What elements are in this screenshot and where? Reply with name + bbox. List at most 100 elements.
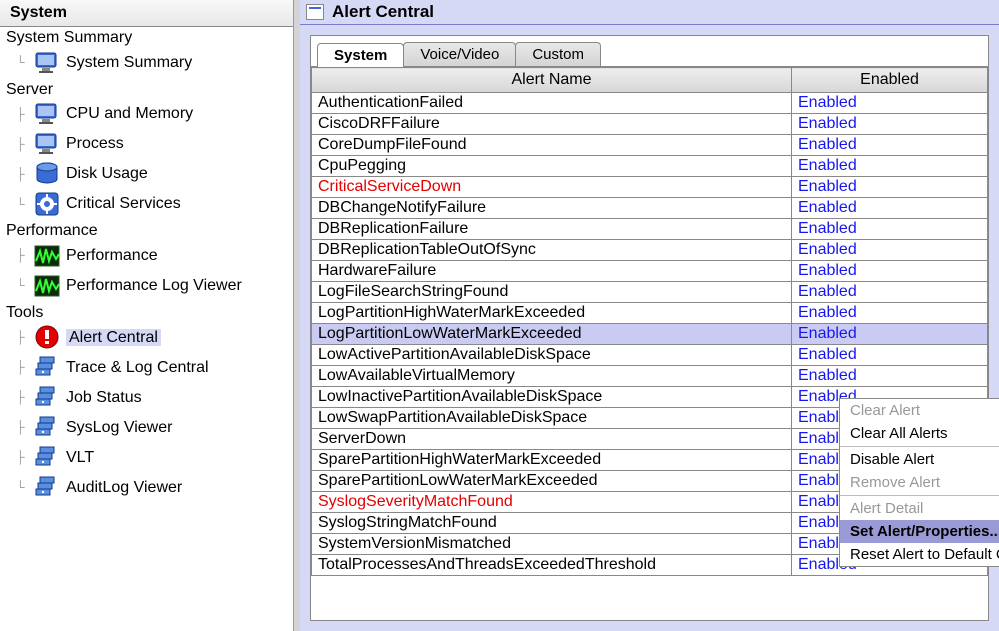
- tree-branch-icon: ├: [16, 361, 34, 374]
- alert-name-cell: CpuPegging: [312, 156, 792, 177]
- tree-group-label[interactable]: Performance: [6, 221, 289, 241]
- tab-bar: SystemVoice/VideoCustom: [311, 36, 988, 66]
- alert-name-cell: CiscoDRFFailure: [312, 114, 792, 135]
- tree-item-label: Alert Central: [66, 329, 161, 347]
- tree-item-label: Critical Services: [66, 195, 181, 213]
- context-menu-item[interactable]: Disable Alert: [840, 448, 999, 471]
- context-menu-item[interactable]: Clear All Alerts: [840, 422, 999, 445]
- alert-enabled-cell: Enabled: [792, 219, 988, 240]
- window-icon: [306, 4, 324, 20]
- tree-item-label: Disk Usage: [66, 165, 148, 183]
- table-row[interactable]: DBReplicationTableOutOfSyncEnabled: [312, 240, 988, 261]
- alert-enabled-cell: Enabled: [792, 261, 988, 282]
- alert-name-cell: SystemVersionMismatched: [312, 534, 792, 555]
- alert-name-cell: CoreDumpFileFound: [312, 135, 792, 156]
- tree-branch-icon: ├: [16, 391, 34, 404]
- alert-enabled-cell: Enabled: [792, 345, 988, 366]
- tree-item-label: SysLog Viewer: [66, 419, 172, 437]
- tree-branch-icon: └: [16, 279, 34, 292]
- wave-green-icon: [34, 273, 60, 299]
- alert-name-cell: LowInactivePartitionAvailableDiskSpace: [312, 387, 792, 408]
- tree-item[interactable]: ├ SysLog Viewer: [4, 412, 289, 442]
- sidebar-title: System: [0, 0, 293, 27]
- table-row[interactable]: CriticalServiceDownEnabled: [312, 177, 988, 198]
- context-menu-item[interactable]: Set Alert/Properties...: [840, 520, 999, 543]
- tree-branch-icon: ├: [16, 451, 34, 464]
- window-header: Alert Central: [300, 0, 999, 25]
- tree-item-label: Performance Log Viewer: [66, 277, 242, 295]
- tab[interactable]: Voice/Video: [403, 42, 516, 66]
- tree-group-label[interactable]: System Summary: [6, 28, 289, 48]
- table-row[interactable]: LowActivePartitionAvailableDiskSpaceEnab…: [312, 345, 988, 366]
- context-menu-item[interactable]: Reset Alert to Default Config: [840, 543, 999, 566]
- table-row[interactable]: CpuPeggingEnabled: [312, 156, 988, 177]
- alert-name-cell: AuthenticationFailed: [312, 93, 792, 114]
- gear-blue-icon: [34, 191, 60, 217]
- alert-enabled-cell: Enabled: [792, 198, 988, 219]
- alert-name-cell: SyslogSeverityMatchFound: [312, 492, 792, 513]
- tree-item[interactable]: ├ Trace & Log Central: [4, 352, 289, 382]
- alert-name-cell: CriticalServiceDown: [312, 177, 792, 198]
- alert-enabled-cell: Enabled: [792, 366, 988, 387]
- table-row[interactable]: AuthenticationFailedEnabled: [312, 93, 988, 114]
- tree-item[interactable]: └ AuditLog Viewer: [4, 472, 289, 502]
- table-row[interactable]: DBReplicationFailureEnabled: [312, 219, 988, 240]
- tree-group-label[interactable]: Server: [6, 80, 289, 100]
- table-row[interactable]: CiscoDRFFailureEnabled: [312, 114, 988, 135]
- tree-item[interactable]: └ Performance Log Viewer: [4, 271, 289, 301]
- alert-name-cell: LowAvailableVirtualMemory: [312, 366, 792, 387]
- table-row[interactable]: LowAvailableVirtualMemoryEnabled: [312, 366, 988, 387]
- alert-name-cell: DBReplicationFailure: [312, 219, 792, 240]
- alert-red-icon: [34, 324, 60, 350]
- alert-name-cell: SparePartitionLowWaterMarkExceeded: [312, 471, 792, 492]
- tree-group-label[interactable]: Tools: [6, 303, 289, 323]
- alert-enabled-cell: Enabled: [792, 156, 988, 177]
- context-menu-separator: [840, 446, 999, 447]
- main-panel: Alert Central SystemVoice/VideoCustom Al…: [300, 0, 999, 631]
- wave-green-icon: [34, 243, 60, 269]
- tree-branch-icon: ├: [16, 249, 34, 262]
- tab[interactable]: Custom: [515, 42, 601, 66]
- table-row[interactable]: CoreDumpFileFoundEnabled: [312, 135, 988, 156]
- table-row[interactable]: LogPartitionLowWaterMarkExceededEnabled: [312, 324, 988, 345]
- tree-item-label: System Summary: [66, 54, 192, 72]
- tree-item-label: AuditLog Viewer: [66, 479, 182, 497]
- table-row[interactable]: LogFileSearchStringFoundEnabled: [312, 282, 988, 303]
- context-menu-separator: [840, 495, 999, 496]
- server-stack-icon: [34, 474, 60, 500]
- tree-item[interactable]: ├ Disk Usage: [4, 159, 289, 189]
- alert-name-cell: SparePartitionHighWaterMarkExceeded: [312, 450, 792, 471]
- alert-name-cell: LogPartitionLowWaterMarkExceeded: [312, 324, 792, 345]
- tree-item[interactable]: ├ CPU and Memory: [4, 99, 289, 129]
- table-row[interactable]: LogPartitionHighWaterMarkExceededEnabled: [312, 303, 988, 324]
- tree-item[interactable]: ├ Performance: [4, 241, 289, 271]
- alert-name-cell: HardwareFailure: [312, 261, 792, 282]
- tree-item[interactable]: ├ Job Status: [4, 382, 289, 412]
- tree-item-label: VLT: [66, 449, 94, 467]
- alert-name-cell: LowActivePartitionAvailableDiskSpace: [312, 345, 792, 366]
- monitor-blue-icon: [34, 101, 60, 127]
- window-title: Alert Central: [332, 2, 434, 22]
- tree-branch-icon: ├: [16, 421, 34, 434]
- tree-item[interactable]: └ Critical Services: [4, 189, 289, 219]
- server-stack-icon: [34, 444, 60, 470]
- server-stack-icon: [34, 354, 60, 380]
- server-stack-icon: [34, 414, 60, 440]
- tree-item[interactable]: └ System Summary: [4, 48, 289, 78]
- tree-item-label: Trace & Log Central: [66, 359, 209, 377]
- tree-item[interactable]: ├ VLT: [4, 442, 289, 472]
- table-row[interactable]: DBChangeNotifyFailureEnabled: [312, 198, 988, 219]
- alert-enabled-cell: Enabled: [792, 177, 988, 198]
- column-header-name[interactable]: Alert Name: [312, 68, 792, 93]
- tree-item[interactable]: ├ Alert Central: [4, 322, 289, 352]
- alert-enabled-cell: Enabled: [792, 114, 988, 135]
- tree-item-label: Performance: [66, 247, 158, 265]
- tab[interactable]: System: [317, 43, 404, 67]
- alert-name-cell: LowSwapPartitionAvailableDiskSpace: [312, 408, 792, 429]
- sidebar: System System Summary└ System SummarySer…: [0, 0, 294, 631]
- column-header-enabled[interactable]: Enabled: [792, 68, 988, 93]
- tree-branch-icon: ├: [16, 168, 34, 181]
- alert-enabled-cell: Enabled: [792, 240, 988, 261]
- table-row[interactable]: HardwareFailureEnabled: [312, 261, 988, 282]
- tree-item[interactable]: ├ Process: [4, 129, 289, 159]
